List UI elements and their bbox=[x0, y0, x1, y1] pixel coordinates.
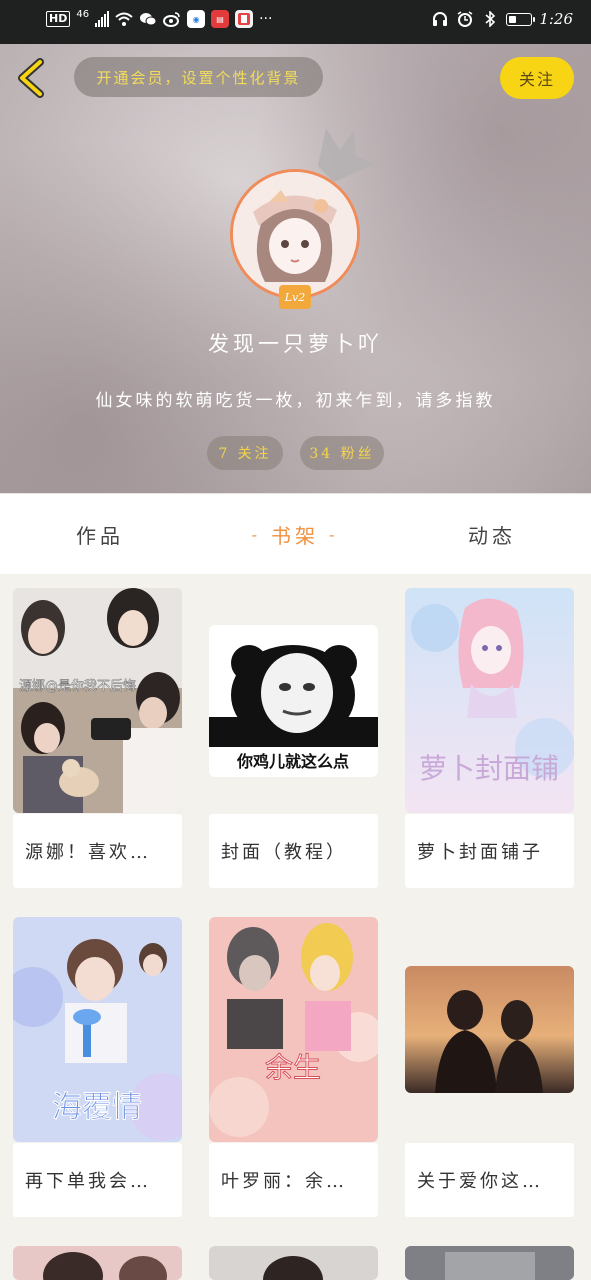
profile-tabs: 作品 - 书架 - 动态 bbox=[0, 493, 591, 574]
book-card[interactable]: 关于爱你这… bbox=[405, 917, 574, 1217]
book-card[interactable]: 海覆情 再下单我会… bbox=[13, 917, 182, 1217]
status-bar: HD 46 ◉ ▤ ··· 1:26 bbox=[0, 0, 591, 44]
book-cover: 余生 bbox=[209, 917, 378, 1142]
book-cover-text: 你鸡儿就这么点 bbox=[236, 752, 349, 771]
tab-shelf-label: 书架 bbox=[271, 523, 319, 548]
book-cover bbox=[209, 1246, 378, 1280]
book-card[interactable]: 源娜@是你我不后悔 源娜！喜欢… bbox=[13, 588, 182, 888]
wifi-icon bbox=[115, 10, 133, 28]
signal-icon bbox=[95, 11, 110, 27]
book-title: 源娜！喜欢… bbox=[13, 814, 182, 888]
more-notifications-icon: ··· bbox=[259, 11, 273, 27]
profile-header: 开通会员，设置个性化背景 关注 Lv2 发现一只萝卜吖 仙女味的软萌吃货一枚，初… bbox=[0, 44, 591, 493]
following-count-button[interactable]: 7 关注 bbox=[207, 436, 283, 470]
book-card[interactable]: 你鸡儿就这么点 封面（教程） bbox=[209, 588, 378, 888]
clock: 1:26 bbox=[539, 10, 573, 28]
book-card[interactable]: 萝卜封面铺 萝卜封面铺子 bbox=[405, 588, 574, 888]
book-cover: 源娜@是你我不后悔 bbox=[13, 588, 182, 813]
active-indicator-left: - bbox=[251, 524, 261, 544]
tab-feed[interactable]: 动态 bbox=[432, 494, 552, 574]
book-cover-text: 余生 bbox=[265, 1051, 321, 1084]
hd-indicator: HD bbox=[46, 11, 71, 27]
network-type: 46 bbox=[76, 8, 90, 20]
book-cover-text: 萝卜封面铺 bbox=[419, 752, 559, 785]
tab-works[interactable]: 作品 bbox=[40, 494, 160, 574]
bluetooth-icon bbox=[481, 10, 499, 28]
avatar[interactable] bbox=[230, 169, 360, 299]
book-title: 再下单我会… bbox=[13, 1143, 182, 1217]
vip-background-prompt[interactable]: 开通会员，设置个性化背景 bbox=[74, 57, 323, 97]
book-title: 关于爱你这… bbox=[405, 1143, 574, 1217]
book-title: 封面（教程） bbox=[209, 814, 378, 888]
book-cover: 你鸡儿就这么点 bbox=[209, 625, 378, 777]
tab-shelf[interactable]: - 书架 - bbox=[230, 494, 360, 574]
book-card[interactable] bbox=[13, 1246, 182, 1280]
book-cover bbox=[405, 1246, 574, 1280]
fans-count-button[interactable]: 34 粉丝 bbox=[300, 436, 384, 470]
reader-app-icon bbox=[235, 10, 254, 28]
book-cover-text: 海覆情 bbox=[52, 1090, 142, 1125]
book-title: 萝卜封面铺子 bbox=[405, 814, 574, 888]
book-cover: 萝卜封面铺 bbox=[405, 588, 574, 813]
follow-button[interactable]: 关注 bbox=[500, 57, 574, 99]
level-badge: Lv2 bbox=[279, 285, 311, 309]
battery-icon bbox=[506, 12, 536, 26]
book-title: 叶罗丽：余… bbox=[209, 1143, 378, 1217]
huawei-icon: ▤ bbox=[211, 10, 230, 28]
book-card[interactable] bbox=[209, 1246, 378, 1280]
book-cover bbox=[13, 1246, 182, 1280]
headphones-icon bbox=[431, 10, 449, 28]
wechat-icon bbox=[139, 10, 157, 28]
book-cover: 海覆情 bbox=[13, 917, 182, 1142]
book-card[interactable] bbox=[405, 1246, 574, 1280]
book-cover-text: 源娜@是你我不后悔 bbox=[19, 679, 136, 694]
alarm-icon bbox=[456, 10, 474, 28]
avatar-image bbox=[233, 172, 357, 296]
weibo-icon bbox=[163, 10, 181, 28]
book-cover bbox=[405, 966, 574, 1093]
user-bio: 仙女味的软萌吃货一枚，初来乍到，请多指教 bbox=[95, 391, 496, 411]
back-button[interactable] bbox=[14, 58, 50, 98]
chevron-left-icon bbox=[18, 58, 44, 98]
book-card[interactable]: 余生 叶罗丽：余… bbox=[209, 917, 378, 1217]
username: 发现一只萝卜吖 bbox=[208, 332, 383, 356]
active-indicator-right: - bbox=[329, 524, 339, 544]
app-notification-icon: ◉ bbox=[187, 10, 206, 28]
